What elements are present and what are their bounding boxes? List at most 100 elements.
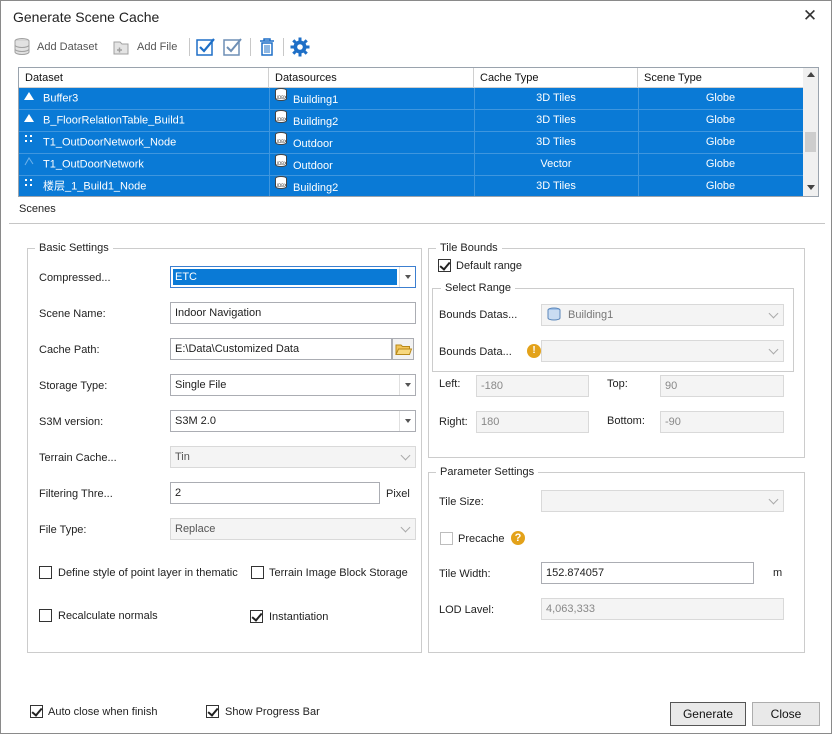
scroll-up-icon[interactable] [807,72,815,77]
recalculate-normals-checkbox[interactable] [39,609,52,622]
dataset-name: T1_OutDoorNetwork_Node [43,136,177,149]
scroll-down-icon[interactable] [807,185,815,190]
toolbar-divider [283,38,284,56]
generate-scene-cache-dialog: Generate Scene Cache ✕ Add Dataset Add F… [0,0,832,734]
dataset-cell: 楼层_1_Build1_Node [23,176,269,196]
chevron-down-icon[interactable] [399,411,415,431]
filtering-threshold-input[interactable]: 2 [170,482,380,504]
s3m-version-select[interactable]: S3M 2.0 [170,410,416,432]
chevron-down-icon[interactable] [399,447,415,467]
chevron-down-icon[interactable] [767,491,783,511]
chevron-down-icon[interactable] [767,341,783,361]
column-divider [269,132,270,154]
chevron-down-icon[interactable] [399,267,415,287]
instantiation-checkbox[interactable] [250,610,263,623]
delete-button[interactable] [257,35,277,59]
generate-button[interactable]: Generate [670,702,746,726]
default-range-label: Default range [456,260,523,272]
scene-name-label: Scene Name: [39,308,106,320]
datasource-udbx-icon: UDBX [273,176,289,196]
top-label: Top: [607,378,628,390]
svg-text:UDBX: UDBX [275,95,287,100]
column-header-dataset[interactable]: Dataset [19,68,269,88]
column-divider [269,88,270,110]
precache-label: Precache [458,533,505,545]
add-dataset-button[interactable]: Add Dataset [13,35,98,59]
top-input[interactable]: 90 [660,375,784,397]
column-header-cache-type[interactable]: Cache Type [474,68,638,88]
chevron-down-icon[interactable] [767,305,783,325]
add-file-button[interactable]: Add File [111,35,177,59]
define-style-checkbox[interactable] [39,566,52,579]
dataset-grid[interactable]: Dataset Datasources Cache Type Scene Typ… [18,67,819,197]
close-button[interactable]: Close [752,702,820,726]
dataset-cell: Buffer3 [23,88,269,109]
scene-type-cell: Globe [705,158,736,170]
column-divider [474,176,475,196]
datasource-udbx-icon: UDBX [273,88,289,109]
right-label: Right: [439,416,468,428]
browse-folder-button[interactable] [392,338,414,360]
check-all-icon [196,38,215,56]
select-range-title: Select Range [441,282,516,294]
cache-type-cell: 3D Tiles [536,180,576,192]
column-header-scene-type[interactable]: Scene Type [638,68,803,88]
compressed-select[interactable]: ETC [170,266,416,288]
select-all-button[interactable] [195,35,217,59]
file-type-select[interactable]: Replace [170,518,416,540]
column-divider [269,176,270,196]
help-icon[interactable]: ? [511,531,525,545]
lod-level-input[interactable]: 4,063,333 [541,598,784,620]
grid-scrollbar[interactable] [803,68,818,196]
scene-type-cell: Globe [705,114,736,126]
triangle-icon [23,110,37,131]
dots-icon [23,132,37,153]
table-row[interactable]: Buffer3 UDBX Building1 3D Tiles Globe [19,88,803,110]
column-divider [474,132,475,154]
table-row[interactable]: T1_OutDoorNetwork_Node UDBX Outdoor 3D Tile… [19,132,803,154]
terrain-cache-value: Tin [175,451,190,463]
chevron-down-icon[interactable] [399,375,415,395]
right-input[interactable]: 180 [476,411,589,433]
terrain-block-checkbox[interactable] [251,566,264,579]
scrollbar-thumb[interactable] [805,132,816,152]
precache-checkbox[interactable] [440,532,453,545]
cache-type-cell: Vector [540,158,572,170]
column-divider [638,132,639,154]
default-range-checkbox[interactable] [438,259,451,272]
define-style-label: Define style of point layer in thematic [58,567,238,579]
column-header-datasources[interactable]: Datasources [269,68,474,88]
scene-name-input[interactable]: Indoor Navigation [170,302,416,324]
storage-type-select[interactable]: Single File [170,374,416,396]
table-row[interactable]: 楼层_1_Build1_Node UDBX Building2 3D Tiles Glo… [19,176,803,196]
table-row[interactable]: T1_OutDoorNetwork UDBX Outdoor Vector Globe [19,154,803,176]
show-progress-checkbox[interactable] [206,705,219,718]
column-divider [269,154,270,176]
bounds-datasource-select[interactable]: Building1 [541,304,784,326]
auto-close-checkbox[interactable] [30,705,43,718]
tile-width-input[interactable]: 152.874057 [541,562,754,584]
add-dataset-label: Add Dataset [37,41,98,53]
bounds-dataset-select[interactable] [541,340,784,362]
filtering-threshold-label: Filtering Thre... [39,488,113,500]
s3m-version-value: S3M 2.0 [175,415,216,427]
column-divider [638,154,639,176]
tab-scenes[interactable]: Scenes [19,203,56,215]
close-icon[interactable]: ✕ [799,5,821,27]
cache-type-cell: 3D Tiles [536,114,576,126]
invert-selection-button[interactable] [222,35,244,59]
table-row[interactable]: B_FloorRelationTable_Build1 UDBX Building2… [19,110,803,132]
settings-button[interactable] [289,35,311,59]
toolbar: Add Dataset Add File [9,35,823,59]
terrain-cache-select[interactable]: Tin [170,446,416,468]
bounds-dataset-label: Bounds Data... [439,346,512,358]
chevron-down-icon[interactable] [399,519,415,539]
bottom-input[interactable]: -90 [660,411,784,433]
datasource-name: Outdoor [293,159,333,172]
tile-size-select[interactable] [541,490,784,512]
bottom-label: Bottom: [607,415,645,427]
bounds-datasource-label: Bounds Datas... [439,309,518,321]
left-input[interactable]: -180 [476,375,589,397]
scene-type-cell: Globe [705,92,736,104]
cache-path-input[interactable]: E:\Data\Customized Data [170,338,392,360]
